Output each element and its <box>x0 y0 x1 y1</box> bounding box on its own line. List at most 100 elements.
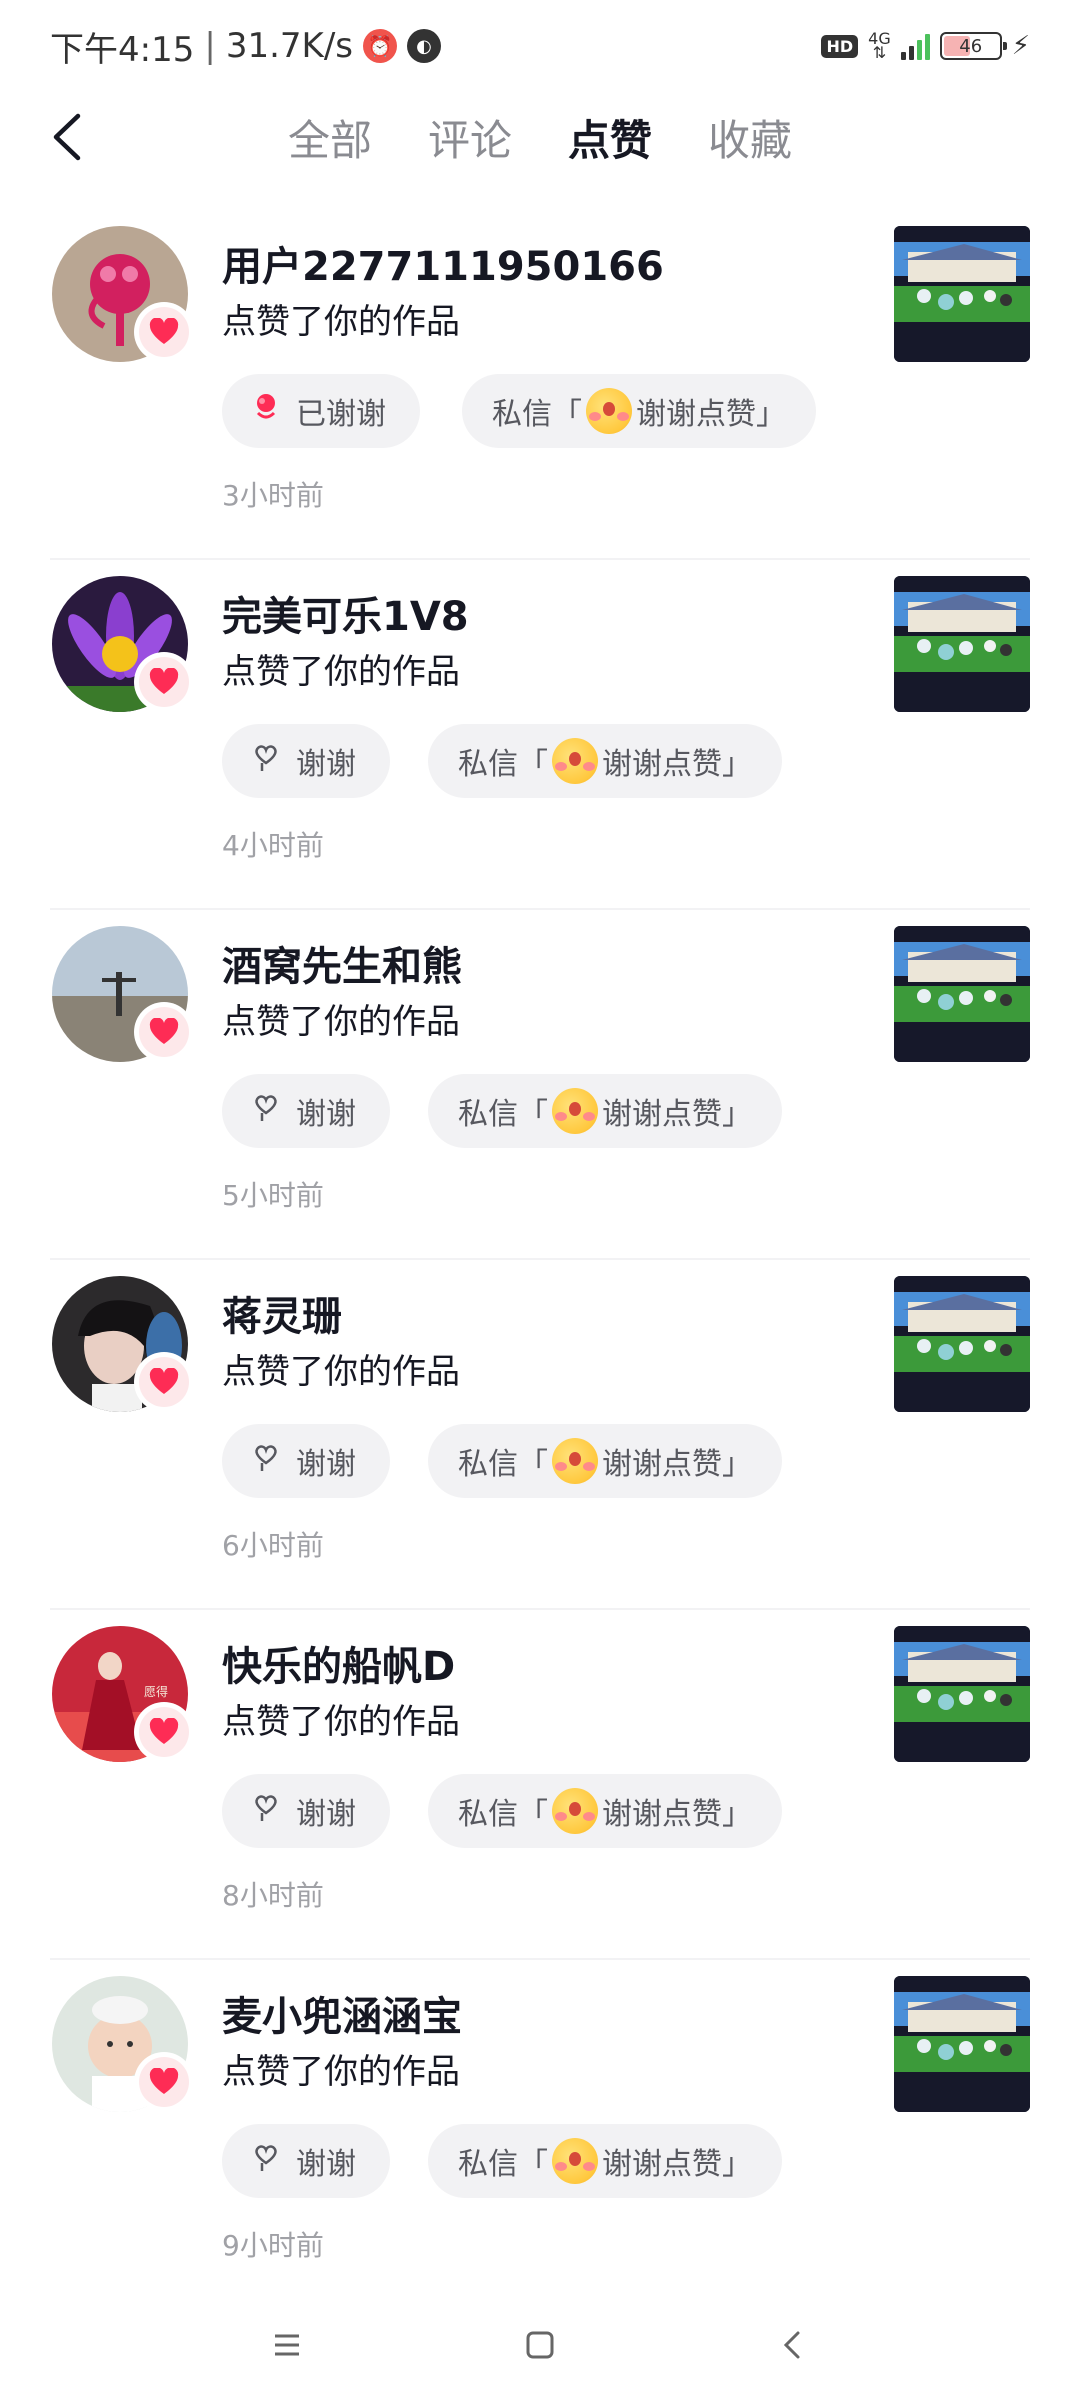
video-thumbnail[interactable] <box>894 1276 1030 1412</box>
activity-text: 点赞了你的作品 <box>222 302 460 342</box>
chevron-left-icon <box>53 113 81 161</box>
thanks-icon <box>250 2141 282 2181</box>
net-speed: 31.7K/s <box>225 26 353 66</box>
back-icon[interactable] <box>773 2325 813 2365</box>
list-item[interactable]: 蒋灵珊 点赞了你的作品 谢谢 私信「 谢谢点赞」 6小时前 <box>50 1260 1030 1610</box>
user-name[interactable]: 麦小兜涵涵宝 <box>222 1984 462 2042</box>
thanks-button[interactable]: 谢谢 <box>222 1424 390 1498</box>
heart-icon <box>139 2057 189 2107</box>
list-item[interactable]: 愿得 快乐的船帆D 点赞了你的作品谢谢 私信「 谢谢点赞」 8小时前 <box>50 1610 1030 1960</box>
thanks-button[interactable]: 已谢谢 <box>222 374 420 448</box>
thanks-label: 谢谢 <box>296 2147 356 2182</box>
user-name[interactable]: 用户2277111950166 <box>222 234 664 292</box>
message-button[interactable]: 私信「 谢谢点赞」 <box>428 724 782 798</box>
top-nav: 全部 评论 点赞 收藏 <box>0 92 1080 182</box>
activity-text: 点赞了你的作品 <box>222 1702 460 1742</box>
thanks-icon <box>250 1091 282 1131</box>
heart-icon <box>139 1007 189 1057</box>
system-nav-bar <box>0 2290 1080 2400</box>
home-icon[interactable] <box>520 2325 560 2365</box>
message-prefix: 私信「 <box>458 1797 548 1832</box>
charging-icon: ⚡ <box>1011 31 1030 61</box>
message-button[interactable]: 私信「 谢谢点赞」 <box>428 1424 782 1498</box>
timestamp: 5小时前 <box>222 1179 324 1212</box>
battery-icon: 46 <box>939 32 1007 60</box>
message-prefix: 私信「 <box>458 1447 548 1482</box>
message-text: 谢谢点赞」 <box>602 1447 752 1482</box>
menu-icon[interactable] <box>267 2325 307 2365</box>
tab-favorites[interactable]: 收藏 <box>708 107 792 168</box>
list-item[interactable]: 麦小兜涵涵宝点赞了你的作品谢谢 私信「 谢谢点赞」 9小时前 <box>50 1960 1030 2310</box>
like-badge <box>134 1002 194 1062</box>
likes-list: 用户2277111950166 点赞了你的作品 已谢谢 私信「 谢谢点赞」 3小时前 完美可… <box>0 210 1080 2310</box>
timestamp: 4小时前 <box>222 829 324 862</box>
heart-icon <box>139 657 189 707</box>
user-name[interactable]: 蒋灵珊 <box>222 1284 342 1342</box>
thanks-label: 谢谢 <box>296 1447 356 1482</box>
user-name[interactable]: 完美可乐1V8 <box>222 584 469 642</box>
network-type: 4G ⇅ <box>868 29 891 62</box>
message-text: 谢谢点赞」 <box>636 397 786 432</box>
video-thumbnail[interactable] <box>894 1976 1030 2112</box>
message-text: 谢谢点赞」 <box>602 1097 752 1132</box>
video-thumbnail[interactable] <box>894 576 1030 712</box>
do-not-disturb-icon: ◐ <box>407 29 441 63</box>
message-button[interactable]: 私信「 谢谢点赞」 <box>428 1774 782 1848</box>
like-badge <box>134 1702 194 1762</box>
thanks-icon <box>250 1441 282 1481</box>
like-badge <box>134 1352 194 1412</box>
list-item[interactable]: 完美可乐1V8 点赞了你的作品谢谢 私信「 谢谢点赞」 4小时前 <box>50 560 1030 910</box>
video-thumbnail[interactable] <box>894 926 1030 1062</box>
activity-text: 点赞了你的作品 <box>222 652 460 692</box>
thanked-icon <box>250 391 282 431</box>
thanks-label: 已谢谢 <box>296 397 386 432</box>
thanks-button[interactable]: 谢谢 <box>222 1774 390 1848</box>
status-left: 下午4:15 | 31.7K/s ⏰ ◐ <box>50 22 441 71</box>
user-name[interactable]: 酒窝先生和熊 <box>222 934 462 992</box>
heart-icon <box>139 1707 189 1757</box>
alarm-icon: ⏰ <box>363 29 397 63</box>
tab-likes[interactable]: 点赞 <box>568 107 652 168</box>
timestamp: 9小时前 <box>222 2229 324 2262</box>
blush-emoji-icon <box>552 1438 598 1484</box>
svg-text:愿得: 愿得 <box>144 1684 168 1699</box>
clock: 下午4:15 <box>50 29 195 70</box>
tab-all[interactable]: 全部 <box>288 107 372 168</box>
thanks-button[interactable]: 谢谢 <box>222 1074 390 1148</box>
status-bar: 下午4:15 | 31.7K/s ⏰ ◐ HD 4G ⇅ 46 ⚡ <box>0 0 1080 92</box>
timestamp: 3小时前 <box>222 479 324 512</box>
activity-text: 点赞了你的作品 <box>222 2052 460 2092</box>
status-right: HD 4G ⇅ 46 ⚡ <box>821 31 1030 61</box>
message-text: 谢谢点赞」 <box>602 747 752 782</box>
status-divider: | <box>204 26 216 66</box>
thanks-icon <box>250 1791 282 1831</box>
video-thumbnail[interactable] <box>894 226 1030 362</box>
list-item[interactable]: 用户2277111950166 点赞了你的作品已谢谢 私信「 谢谢点赞」 3小时前 <box>50 210 1030 560</box>
back-button[interactable] <box>44 110 98 164</box>
battery-level: 46 <box>959 35 983 57</box>
heart-icon <box>139 307 189 357</box>
video-thumbnail[interactable] <box>894 1626 1030 1762</box>
timestamp: 8小时前 <box>222 1879 324 1912</box>
user-name[interactable]: 快乐的船帆D <box>222 1634 455 1692</box>
activity-text: 点赞了你的作品 <box>222 1352 460 1392</box>
message-prefix: 私信「 <box>458 747 548 782</box>
heart-icon <box>139 1357 189 1407</box>
thanks-button[interactable]: 谢谢 <box>222 2124 390 2198</box>
message-text: 谢谢点赞」 <box>602 2147 752 2182</box>
like-badge <box>134 652 194 712</box>
blush-emoji-icon <box>552 1788 598 1834</box>
message-button[interactable]: 私信「 谢谢点赞」 <box>428 2124 782 2198</box>
blush-emoji-icon <box>586 388 632 434</box>
like-badge <box>134 2052 194 2112</box>
signal-icon <box>900 32 930 60</box>
network-label: 4G <box>868 29 891 48</box>
message-button[interactable]: 私信「 谢谢点赞」 <box>462 374 816 448</box>
tab-bar: 全部 评论 点赞 收藏 <box>288 107 792 168</box>
thanks-button[interactable]: 谢谢 <box>222 724 390 798</box>
list-item[interactable]: 酒窝先生和熊 点赞了你的作品 谢谢 私信「 谢谢点赞」 5小时前 <box>50 910 1030 1260</box>
message-prefix: 私信「 <box>492 397 582 432</box>
tab-comments[interactable]: 评论 <box>428 107 512 168</box>
message-button[interactable]: 私信「 谢谢点赞」 <box>428 1074 782 1148</box>
message-prefix: 私信「 <box>458 2147 548 2182</box>
